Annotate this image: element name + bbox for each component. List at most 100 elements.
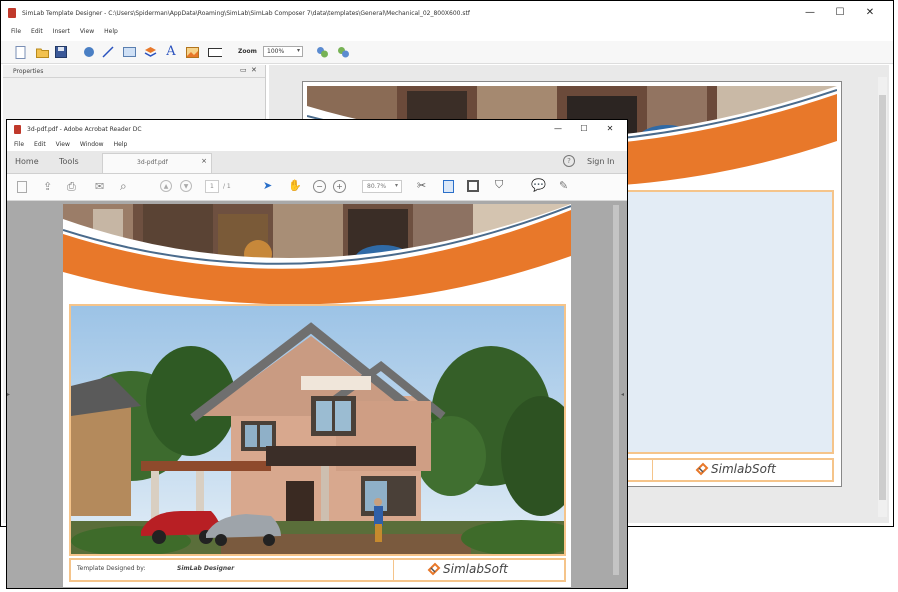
acrobat-reader-window: 3d-pdf.pdf - Adobe Acrobat Reader DC — ☐… <box>6 119 628 589</box>
tab-document-label: 3d-pdf.pdf <box>137 159 168 166</box>
help-icon[interactable]: ? <box>563 155 575 167</box>
tab-home[interactable]: Home <box>15 157 39 166</box>
canvas-scrollbar[interactable] <box>878 77 887 517</box>
footer-caption-brand: SimLab Designer <box>177 565 235 572</box>
select-tool-icon[interactable] <box>82 45 96 59</box>
select-cursor-icon[interactable]: ➤ <box>263 179 272 192</box>
reader-window-controls: — ☐ ✕ <box>545 120 623 138</box>
reader-menu-help[interactable]: Help <box>109 139 133 151</box>
chevron-down-icon: ▾ <box>296 47 300 54</box>
pdf-footer-logo-text: SimlabSoft <box>443 562 508 576</box>
pdf-footer-logo: SimlabSoft <box>427 562 508 576</box>
app-icon <box>8 8 16 18</box>
new-file-icon[interactable] <box>13 45 27 59</box>
properties-header: Properties ▭ ✕ <box>3 65 265 78</box>
pdf-icon <box>14 124 21 134</box>
reader-menu-window[interactable]: Window <box>75 139 109 151</box>
simlab-logo-icon <box>695 462 709 476</box>
zoom-level-select[interactable]: 80.7% ▾ <box>362 180 402 193</box>
rectangle-tool-icon[interactable] <box>122 45 136 59</box>
line-tool-icon[interactable] <box>101 45 115 59</box>
page-number-value: 1 <box>210 183 214 190</box>
gear-group-icon[interactable] <box>315 45 329 59</box>
close-button[interactable]: ✕ <box>855 1 885 25</box>
maximize-button[interactable]: ☐ <box>825 1 855 25</box>
designer-footer-logo-text: SimlabSoft <box>711 462 776 476</box>
pdf-footer: Template Designed by: SimLab Designer Si… <box>69 558 566 582</box>
pdf-header-image <box>63 204 571 304</box>
crop-icon[interactable]: ✂ <box>417 179 426 192</box>
reader-maximize-button[interactable]: ☐ <box>571 120 597 138</box>
zoom-level-value: 80.7% <box>367 183 387 190</box>
settings-group-icon[interactable] <box>336 45 350 59</box>
image-tool-icon[interactable] <box>185 45 199 59</box>
open-folder-icon[interactable] <box>35 45 49 59</box>
zoom-label: Zoom <box>238 48 257 55</box>
page-total: / 1 <box>223 183 231 190</box>
panel-close-icon[interactable]: ✕ <box>251 66 257 74</box>
field-tool-icon[interactable] <box>208 45 222 59</box>
reader-menu-view[interactable]: View <box>51 139 75 151</box>
reader-menubar: File Edit View Window Help <box>7 139 627 151</box>
tab-close-icon[interactable]: × <box>201 157 207 165</box>
save-icon[interactable] <box>54 45 68 59</box>
reader-close-button[interactable]: ✕ <box>597 120 623 138</box>
reader-toolbar: ⇪ ⎙ ✉ ⌕ ▲ ▼ 1 / 1 ➤ ✋ − + 80.7% ▾ ✂ ⛉ 💬 … <box>7 174 627 201</box>
designer-window-controls: — ☐ ✕ <box>795 1 885 25</box>
upload-icon[interactable]: ⇪ <box>43 180 52 193</box>
tab-tools[interactable]: Tools <box>59 157 79 166</box>
reader-tabbar: Home Tools 3d-pdf.pdf × ? Sign In <box>7 151 627 174</box>
reader-menu-file[interactable]: File <box>9 139 29 151</box>
layers-tool-icon[interactable] <box>143 45 157 59</box>
menu-help[interactable]: Help <box>99 25 123 39</box>
menu-file[interactable]: File <box>6 25 26 39</box>
pdf-photo-frame <box>69 304 566 556</box>
hand-tool-icon[interactable]: ✋ <box>288 179 302 192</box>
search-icon[interactable]: ⌕ <box>120 179 127 194</box>
menu-view[interactable]: View <box>75 25 99 39</box>
properties-label: Properties <box>13 68 44 75</box>
page-number-input[interactable]: 1 <box>205 180 219 193</box>
zoom-select-value: 100% <box>267 48 285 55</box>
designer-titlebar: SimLab Template Designer - C:\Users\Spid… <box>1 1 893 25</box>
zoom-out-icon[interactable]: − <box>313 180 326 193</box>
designer-footer-divider <box>652 460 653 480</box>
left-panel-toggle[interactable]: ▸ <box>7 391 13 403</box>
full-screen-icon[interactable] <box>467 180 479 192</box>
fit-page-icon[interactable] <box>443 180 454 193</box>
right-panel-toggle[interactable]: ◂ <box>621 391 627 403</box>
zoom-select[interactable]: 100% ▾ <box>263 46 303 57</box>
menu-insert[interactable]: Insert <box>48 25 75 39</box>
reader-scrollbar[interactable] <box>613 205 619 575</box>
tab-document[interactable]: 3d-pdf.pdf × <box>102 153 212 173</box>
house-photo <box>71 306 564 554</box>
zoom-in-icon[interactable]: + <box>333 180 346 193</box>
reader-menu-edit[interactable]: Edit <box>29 139 51 151</box>
pdf-simlab-logo-icon <box>427 562 441 576</box>
stamp-icon[interactable]: ⛉ <box>495 178 503 192</box>
designer-title: SimLab Template Designer - C:\Users\Spid… <box>22 9 470 17</box>
footer-caption-prefix: Template Designed by: <box>77 565 146 572</box>
pin-icon[interactable]: ▭ <box>240 66 247 74</box>
sign-in-link[interactable]: Sign In <box>587 157 614 166</box>
comment-icon[interactable]: 💬 <box>531 178 546 192</box>
pdf-page: Template Designed by: SimLab Designer Si… <box>63 204 571 587</box>
pen-icon[interactable]: ✎ <box>559 179 568 192</box>
minimize-button[interactable]: — <box>795 1 825 25</box>
scrollbar-thumb[interactable] <box>879 95 886 500</box>
reader-titlebar: 3d-pdf.pdf - Adobe Acrobat Reader DC <box>7 120 627 138</box>
menu-edit[interactable]: Edit <box>26 25 48 39</box>
designer-menubar: File Edit Insert View Help <box>1 25 893 39</box>
reader-minimize-button[interactable]: — <box>545 120 571 138</box>
page-up-icon[interactable]: ▲ <box>160 180 172 192</box>
reader-title: 3d-pdf.pdf - Adobe Acrobat Reader DC <box>27 125 142 133</box>
pdf-footer-divider <box>393 560 394 580</box>
print-icon[interactable]: ⎙ <box>67 180 76 194</box>
text-tool-icon[interactable]: A <box>164 44 178 59</box>
page-down-icon[interactable]: ▼ <box>180 180 192 192</box>
zoom-chevron-down-icon: ▾ <box>394 182 398 189</box>
email-icon[interactable]: ✉ <box>95 180 104 193</box>
designer-toolbar: A Zoom 100% ▾ <box>1 41 893 64</box>
create-icon[interactable] <box>17 181 27 193</box>
designer-footer-logo: SimlabSoft <box>695 462 776 476</box>
